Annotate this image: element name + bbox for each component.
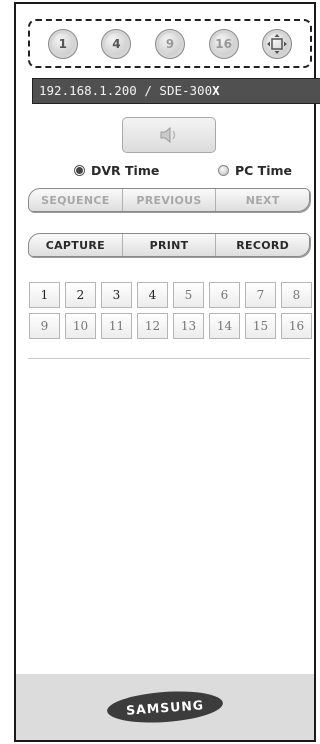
split-16-button[interactable]: 16 <box>208 28 239 59</box>
pc-time-label: PC Time <box>234 162 292 178</box>
channel-13-button[interactable]: 13 <box>173 313 204 339</box>
divider <box>28 358 310 359</box>
channel-5-button[interactable]: 5 <box>173 282 204 308</box>
print-button[interactable]: PRINT <box>123 234 217 256</box>
split-1-label: 1 <box>58 36 67 51</box>
model-suffix: X <box>212 83 220 98</box>
fullscreen-button[interactable] <box>262 28 293 59</box>
split-screen-toolbar: 1 4 9 16 <box>28 19 312 68</box>
footer: SAMSUNG <box>16 674 314 740</box>
channel-grid: 1 2 3 4 5 6 7 8 9 10 11 12 13 14 15 16 <box>29 282 313 339</box>
record-button[interactable]: RECORD <box>216 234 309 256</box>
channel-6-button[interactable]: 6 <box>209 282 240 308</box>
split-4-label: 4 <box>112 36 121 51</box>
capture-button[interactable]: CAPTURE <box>29 234 123 256</box>
samsung-logo: SAMSUNG <box>106 687 224 727</box>
split-1-button[interactable]: 1 <box>47 28 78 59</box>
sequence-button-group: SEQUENCE PREVIOUS NEXT <box>28 188 310 212</box>
split-16-label: 16 <box>215 36 232 51</box>
audio-button[interactable] <box>122 117 216 153</box>
channel-16-button[interactable]: 16 <box>281 313 312 339</box>
next-button[interactable]: NEXT <box>216 189 309 211</box>
channel-9-button[interactable]: 9 <box>29 313 60 339</box>
dvr-time-option[interactable]: DVR Time <box>74 161 159 179</box>
channel-7-button[interactable]: 7 <box>245 282 276 308</box>
channel-12-button[interactable]: 12 <box>137 313 168 339</box>
sequence-button[interactable]: SEQUENCE <box>29 189 123 211</box>
pc-time-radio[interactable] <box>217 164 229 176</box>
channel-15-button[interactable]: 15 <box>245 313 276 339</box>
split-9-label: 9 <box>165 36 175 51</box>
time-mode-selector: DVR Time PC Time <box>30 161 320 179</box>
channel-14-button[interactable]: 14 <box>209 313 240 339</box>
ip-address: 192.168.1.200 <box>39 83 137 98</box>
connection-address-bar: 192.168.1.200 / SDE-300X <box>32 78 320 104</box>
channel-11-button[interactable]: 11 <box>101 313 132 339</box>
channel-8-button[interactable]: 8 <box>281 282 312 308</box>
dvr-time-radio[interactable] <box>74 164 85 176</box>
channel-1-button[interactable]: 1 <box>29 282 60 308</box>
dvr-viewer-panel: 1 4 9 16 192.168.1.200 / SDE-300X DVR Ti… <box>14 2 320 742</box>
channel-10-button[interactable]: 10 <box>65 313 96 339</box>
channel-4-button[interactable]: 4 <box>137 282 168 308</box>
pc-time-option[interactable]: PC Time <box>217 161 292 179</box>
channel-2-button[interactable]: 2 <box>65 282 96 308</box>
split-4-button[interactable]: 4 <box>101 28 132 59</box>
split-9-button[interactable]: 9 <box>154 28 185 59</box>
channel-3-button[interactable]: 3 <box>101 282 132 308</box>
fullscreen-arrows-icon <box>267 33 288 54</box>
action-button-group: CAPTURE PRINT RECORD <box>28 233 310 257</box>
dvr-time-label: DVR Time <box>91 162 160 178</box>
model-name: / SDE-300 <box>136 83 213 98</box>
previous-button[interactable]: PREVIOUS <box>123 189 217 211</box>
speaker-icon <box>160 126 176 144</box>
brand-text: SAMSUNG <box>125 696 205 718</box>
